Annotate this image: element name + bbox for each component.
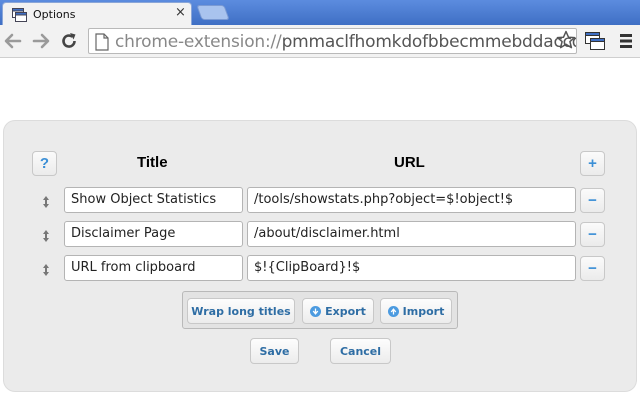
upload-arrow-icon [387, 305, 399, 317]
import-button[interactable]: Import [380, 298, 452, 324]
download-arrow-icon [310, 305, 322, 317]
extension-favicon-icon [12, 7, 27, 22]
wrap-long-titles-label: Wrap long titles [191, 304, 291, 318]
row-url-input[interactable]: $!{ClipBoard}!$ [247, 255, 576, 281]
url-host: pmmaclfhomkdofbbecmmebddaccdpjgg/ [281, 32, 576, 52]
forward-button[interactable] [30, 29, 52, 53]
import-label: Import [402, 304, 445, 318]
reload-icon [62, 33, 76, 48]
new-tab-button[interactable] [196, 5, 230, 20]
cancel-button[interactable]: Cancel [330, 338, 391, 364]
tab-title: Options [33, 8, 76, 21]
url-scheme: chrome-extension:// [115, 32, 282, 52]
forward-arrow-icon [32, 33, 50, 49]
wrap-long-titles-button[interactable]: Wrap long titles [187, 298, 295, 324]
remove-row-button[interactable]: − [580, 188, 605, 213]
export-button[interactable]: Export [302, 298, 374, 324]
address-bar[interactable]: chrome-extension://pmmaclfhomkdofbbecmme… [88, 28, 577, 54]
tab-strip: Options × [0, 0, 640, 25]
row-url-input[interactable]: /tools/showstats.php?object=$!object!$ [247, 187, 576, 213]
drag-handle-icon[interactable] [41, 262, 51, 276]
export-label: Export [325, 304, 366, 318]
back-arrow-icon [4, 33, 22, 49]
close-tab-icon[interactable]: × [175, 5, 186, 21]
menu-icon[interactable] [619, 33, 633, 53]
back-button[interactable] [2, 29, 24, 53]
extension-action-icon[interactable] [585, 32, 605, 54]
browser-toolbar: chrome-extension://pmmaclfhomkdofbbecmme… [0, 25, 640, 58]
remove-row-button[interactable]: − [580, 256, 605, 281]
title-column-header: Title [137, 154, 168, 171]
drag-handle-icon[interactable] [41, 228, 51, 242]
help-button[interactable]: ? [32, 151, 57, 176]
tab-options[interactable]: Options × [2, 2, 192, 25]
add-row-button[interactable]: + [580, 151, 605, 176]
bookmark-star-icon[interactable] [556, 30, 576, 54]
url-column-header: URL [394, 154, 425, 171]
drag-handle-icon[interactable] [41, 194, 51, 208]
page-icon [94, 33, 110, 53]
address-text: chrome-extension://pmmaclfhomkdofbbecmme… [115, 32, 576, 52]
remove-row-button[interactable]: − [580, 222, 605, 247]
row-url-input[interactable]: /about/disclaimer.html [247, 221, 576, 247]
row-title-input[interactable]: Show Object Statistics [64, 187, 243, 213]
reload-button[interactable] [58, 29, 80, 53]
row-title-input[interactable]: URL from clipboard [64, 255, 243, 281]
save-button[interactable]: Save [250, 338, 299, 364]
row-title-input[interactable]: Disclaimer Page [64, 221, 243, 247]
